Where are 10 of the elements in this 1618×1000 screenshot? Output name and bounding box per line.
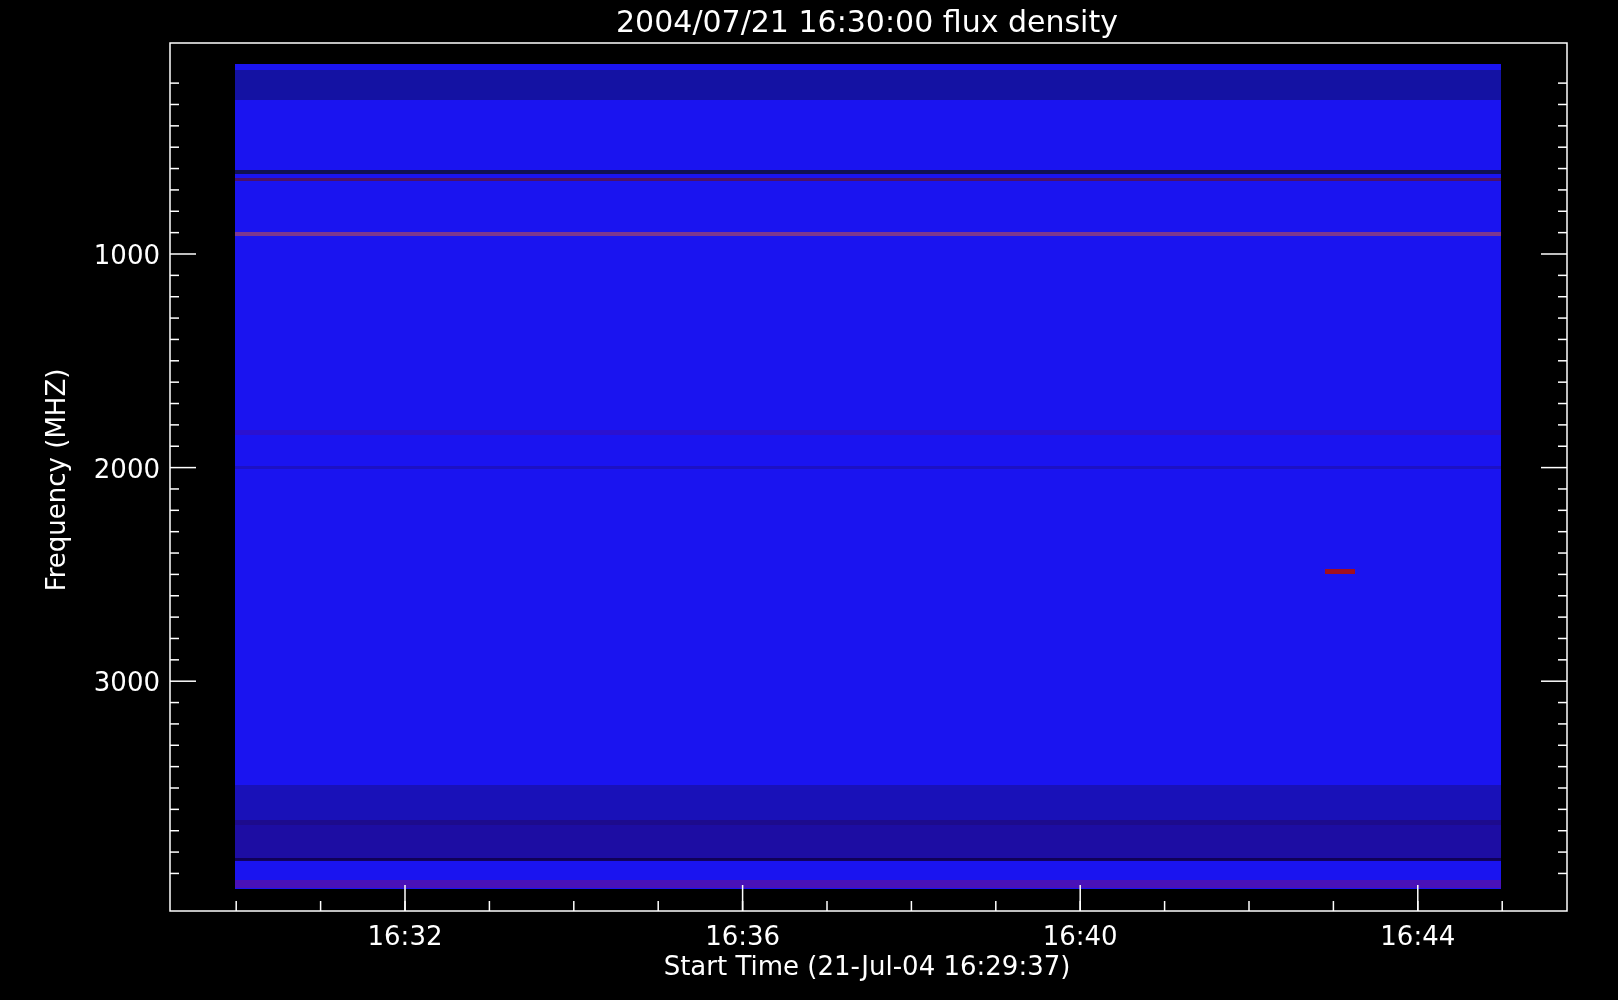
x-tick-label: 16:36 [705,921,781,951]
x-tick-label: 16:32 [367,921,443,951]
y-axis-label: Frequency (MHZ) [41,368,71,592]
x-tick-label: 16:40 [1042,921,1118,951]
y-tick-label: 1000 [93,240,160,270]
y-tick-label: 3000 [93,667,160,698]
plot-title: 2004/07/21 16:30:00 flux density [616,4,1118,39]
x-axis-label: Start Time (21-Jul-04 16:29:37) [663,951,1071,981]
x-tick-label: 16:44 [1380,921,1456,951]
y-tick-label: 2000 [93,453,160,484]
